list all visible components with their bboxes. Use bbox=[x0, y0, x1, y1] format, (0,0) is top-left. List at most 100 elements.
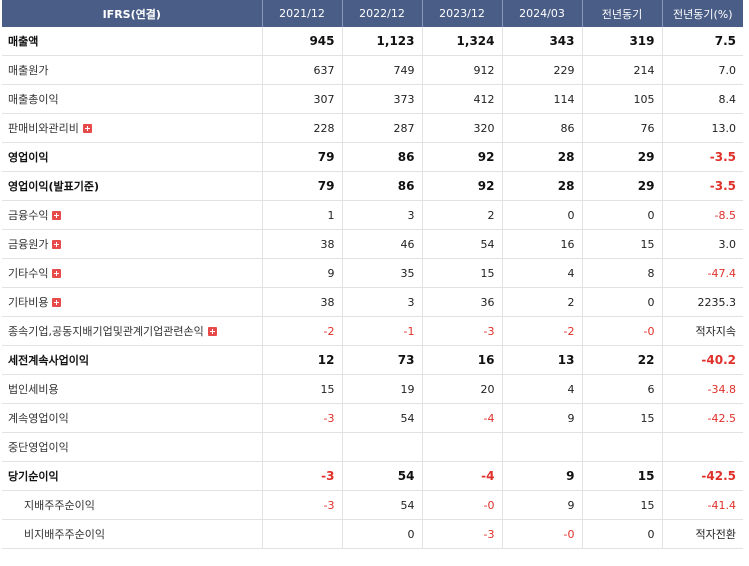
table-row: 법인세비용 15 19 20 4 6 -34.8 bbox=[2, 374, 743, 404]
value-cell: 1 bbox=[262, 200, 343, 230]
value-cell: 79 bbox=[262, 171, 343, 201]
value-cell: 15 bbox=[422, 258, 503, 288]
header-row: IFRS(연결) 2021/12 2022/12 2023/12 2024/03… bbox=[2, 0, 743, 27]
expand-plus-icon[interactable] bbox=[52, 269, 62, 278]
table-row: 기타비용 38 3 36 2 0 2235.3 bbox=[2, 287, 743, 317]
value-cell: 29 bbox=[582, 171, 663, 201]
row-label: 금융수익 bbox=[8, 209, 49, 222]
row-label: 매출액 bbox=[8, 35, 39, 48]
row-label-cell: 비지배주주순이익 bbox=[2, 519, 263, 549]
value-cell: 15 bbox=[582, 229, 663, 259]
table-row: 판매비와관리비 228 287 320 86 76 13.0 bbox=[2, 113, 743, 143]
value-cell: -41.4 bbox=[662, 490, 743, 520]
expand-plus-icon[interactable] bbox=[52, 298, 62, 307]
table-row: 비지배주주순이익 0 -3 -0 0 적자전환 bbox=[2, 519, 743, 549]
value-cell: 38 bbox=[262, 229, 343, 259]
value-cell: 2 bbox=[422, 200, 503, 230]
header-2023-12: 2023/12 bbox=[422, 0, 503, 27]
value-cell: 13 bbox=[502, 345, 583, 375]
value-cell: 0 bbox=[582, 287, 663, 317]
value-cell: 73 bbox=[342, 345, 423, 375]
value-cell: 0 bbox=[342, 519, 423, 549]
value-cell: 4 bbox=[502, 258, 583, 288]
value-cell: 749 bbox=[342, 55, 423, 85]
table-row: 종속기업,공동지배기업및관계기업관련손익 -2 -1 -3 -2 -0 적자지속 bbox=[2, 316, 743, 346]
value-cell: -3 bbox=[422, 316, 503, 346]
value-cell: 적자지속 bbox=[662, 316, 743, 346]
row-label-cell[interactable]: 기타수익 bbox=[2, 258, 263, 288]
row-label: 당기순이익 bbox=[8, 470, 59, 483]
header-prev-period-pct: 전년동기(%) bbox=[662, 0, 743, 27]
value-cell: 92 bbox=[422, 142, 503, 172]
value-cell: 86 bbox=[342, 171, 423, 201]
table-row: 기타수익 9 35 15 4 8 -47.4 bbox=[2, 258, 743, 288]
value-cell bbox=[262, 519, 343, 549]
row-label: 중단영업이익 bbox=[8, 441, 69, 454]
value-cell: 912 bbox=[422, 55, 503, 85]
row-label: 매출원가 bbox=[8, 64, 49, 77]
value-cell: 28 bbox=[502, 171, 583, 201]
value-cell: 적자전환 bbox=[662, 519, 743, 549]
value-cell bbox=[342, 432, 423, 462]
value-cell: 28 bbox=[502, 142, 583, 172]
value-cell: 9 bbox=[502, 403, 583, 433]
value-cell: -3.5 bbox=[662, 142, 743, 172]
value-cell: 9 bbox=[502, 490, 583, 520]
value-cell: 0 bbox=[502, 200, 583, 230]
value-cell: -8.5 bbox=[662, 200, 743, 230]
row-label-cell: 세전계속사업이익 bbox=[2, 345, 263, 375]
value-cell: 2 bbox=[502, 287, 583, 317]
value-cell: 13.0 bbox=[662, 113, 743, 143]
value-cell: -4 bbox=[422, 461, 503, 491]
header-2024-03: 2024/03 bbox=[502, 0, 583, 27]
row-label: 종속기업,공동지배기업및관계기업관련손익 bbox=[8, 325, 204, 338]
value-cell: 76 bbox=[582, 113, 663, 143]
value-cell: 54 bbox=[342, 403, 423, 433]
row-label-cell[interactable]: 금융원가 bbox=[2, 229, 263, 259]
row-label-cell[interactable]: 종속기업,공동지배기업및관계기업관련손익 bbox=[2, 316, 263, 346]
value-cell: -0 bbox=[582, 316, 663, 346]
value-cell: 12 bbox=[262, 345, 343, 375]
row-label-cell: 계속영업이익 bbox=[2, 403, 263, 433]
value-cell: 54 bbox=[422, 229, 503, 259]
value-cell: -3.5 bbox=[662, 171, 743, 201]
expand-plus-icon[interactable] bbox=[207, 327, 217, 336]
expand-plus-icon[interactable] bbox=[52, 211, 62, 220]
row-label-cell[interactable]: 기타비용 bbox=[2, 287, 263, 317]
table-row: 중단영업이익 bbox=[2, 432, 743, 462]
value-cell: 92 bbox=[422, 171, 503, 201]
value-cell: -40.2 bbox=[662, 345, 743, 375]
value-cell: -2 bbox=[262, 316, 343, 346]
value-cell: 15 bbox=[582, 461, 663, 491]
value-cell: -47.4 bbox=[662, 258, 743, 288]
value-cell: -42.5 bbox=[662, 403, 743, 433]
value-cell: 320 bbox=[422, 113, 503, 143]
expand-plus-icon[interactable] bbox=[52, 240, 62, 249]
value-cell: 412 bbox=[422, 84, 503, 114]
expand-plus-icon[interactable] bbox=[82, 124, 92, 133]
value-cell: 9 bbox=[262, 258, 343, 288]
row-label-cell[interactable]: 금융수익 bbox=[2, 200, 263, 230]
row-label: 세전계속사업이익 bbox=[8, 354, 89, 367]
row-label: 영업이익 bbox=[8, 151, 49, 164]
row-label-cell: 매출총이익 bbox=[2, 84, 263, 114]
value-cell: 114 bbox=[502, 84, 583, 114]
table-row: 매출액 945 1,123 1,324 343 319 7.5 bbox=[2, 27, 743, 56]
value-cell: 46 bbox=[342, 229, 423, 259]
row-label: 영업이익(발표기준) bbox=[8, 180, 100, 193]
value-cell: -0 bbox=[422, 490, 503, 520]
value-cell bbox=[262, 432, 343, 462]
table-row: 계속영업이익 -3 54 -4 9 15 -42.5 bbox=[2, 403, 743, 433]
value-cell: 3 bbox=[342, 287, 423, 317]
row-label-cell[interactable]: 판매비와관리비 bbox=[2, 113, 263, 143]
row-label-cell: 당기순이익 bbox=[2, 461, 263, 491]
header-2022-12: 2022/12 bbox=[342, 0, 423, 27]
value-cell bbox=[662, 432, 743, 462]
value-cell: 7.5 bbox=[662, 27, 743, 56]
value-cell: 3.0 bbox=[662, 229, 743, 259]
value-cell: -2 bbox=[502, 316, 583, 346]
table-row: 영업이익(발표기준) 79 86 92 28 29 -3.5 bbox=[2, 171, 743, 201]
table-row: 지배주주순이익 -3 54 -0 9 15 -41.4 bbox=[2, 490, 743, 520]
row-label-cell: 매출액 bbox=[2, 27, 263, 56]
row-label-cell: 법인세비용 bbox=[2, 374, 263, 404]
